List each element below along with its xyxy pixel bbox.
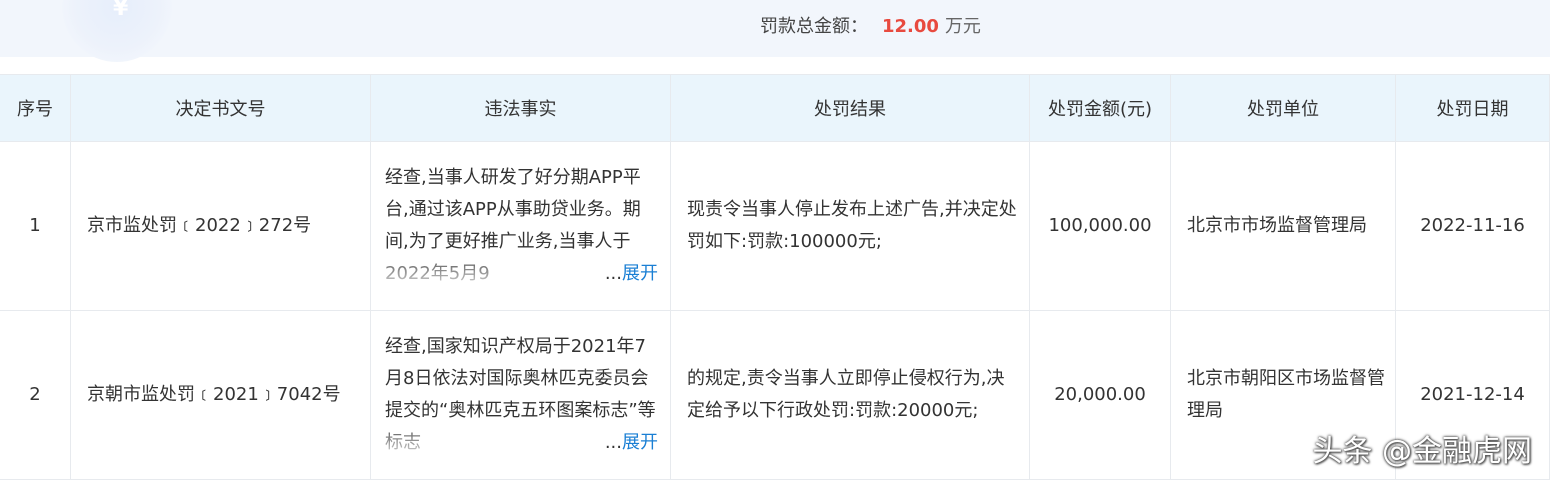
row-date: 2022-11-16	[1395, 141, 1550, 311]
yen-coin-icon: ¥	[113, 0, 129, 21]
total-fine-unit: 万元	[944, 16, 981, 37]
watermark: 头条 @金融虎网	[1312, 434, 1532, 469]
row-amount: 100,000.00	[1029, 141, 1171, 311]
table-header-row: 序号 决定书文号 违法事实 处罚结果 处罚金额(元) 处罚单位 处罚日期	[0, 74, 1550, 142]
row-amount: 20,000.00	[1029, 310, 1171, 480]
table-row: 1 京市监处罚﹝2022﹞272号 经查,当事人研发了好分期APP平台,通过该A…	[0, 141, 1550, 311]
expand-link[interactable]: 展开	[622, 432, 658, 453]
total-fine-amount: 12.00	[882, 16, 939, 37]
header-unit: 处罚单位	[1170, 74, 1396, 142]
row-fact-cell: 经查,国家知识产权局于2021年7月8日依法对国际奥林匹克委员会提交的“奥林匹克…	[370, 310, 671, 480]
expand-control[interactable]: ...展开	[602, 258, 658, 290]
header-result: 处罚结果	[670, 74, 1030, 142]
expand-control[interactable]: ...展开	[602, 427, 658, 459]
row-no: 1	[0, 141, 71, 311]
expand-ellipsis: ...	[604, 432, 622, 453]
expand-ellipsis: ...	[604, 263, 622, 284]
row-result: 的规定,责令当事人立即停止侵权行为,决定给予以下行政处罚:罚款:20000元;	[670, 310, 1030, 480]
summary-bar: ¥ 罚款总金额： 12.00 万元	[0, 0, 1550, 62]
total-fine: 罚款总金额： 12.00 万元	[760, 13, 981, 41]
row-result: 现责令当事人停止发布上述广告,并决定处罚如下:罚款:100000元;	[670, 141, 1030, 311]
header-doc: 决定书文号	[70, 74, 371, 142]
row-no: 2	[0, 310, 71, 480]
row-doc: 京市监处罚﹝2022﹞272号	[70, 141, 371, 311]
row-doc: 京朝市监处罚﹝2021﹞7042号	[70, 310, 371, 480]
penalty-table: 序号 决定书文号 违法事实 处罚结果 处罚金额(元) 处罚单位 处罚日期 1 京…	[0, 74, 1550, 480]
header-no: 序号	[0, 74, 71, 142]
total-fine-label: 罚款总金额：	[760, 16, 868, 37]
header-amount: 处罚金额(元)	[1029, 74, 1171, 142]
header-fact: 违法事实	[370, 74, 671, 142]
row-unit: 北京市市场监督管理局	[1170, 141, 1396, 311]
header-date: 处罚日期	[1395, 74, 1550, 142]
expand-link[interactable]: 展开	[622, 263, 658, 284]
row-fact-cell: 经查,当事人研发了好分期APP平台,通过该APP从事助贷业务。期间,为了更好推广…	[370, 141, 671, 311]
